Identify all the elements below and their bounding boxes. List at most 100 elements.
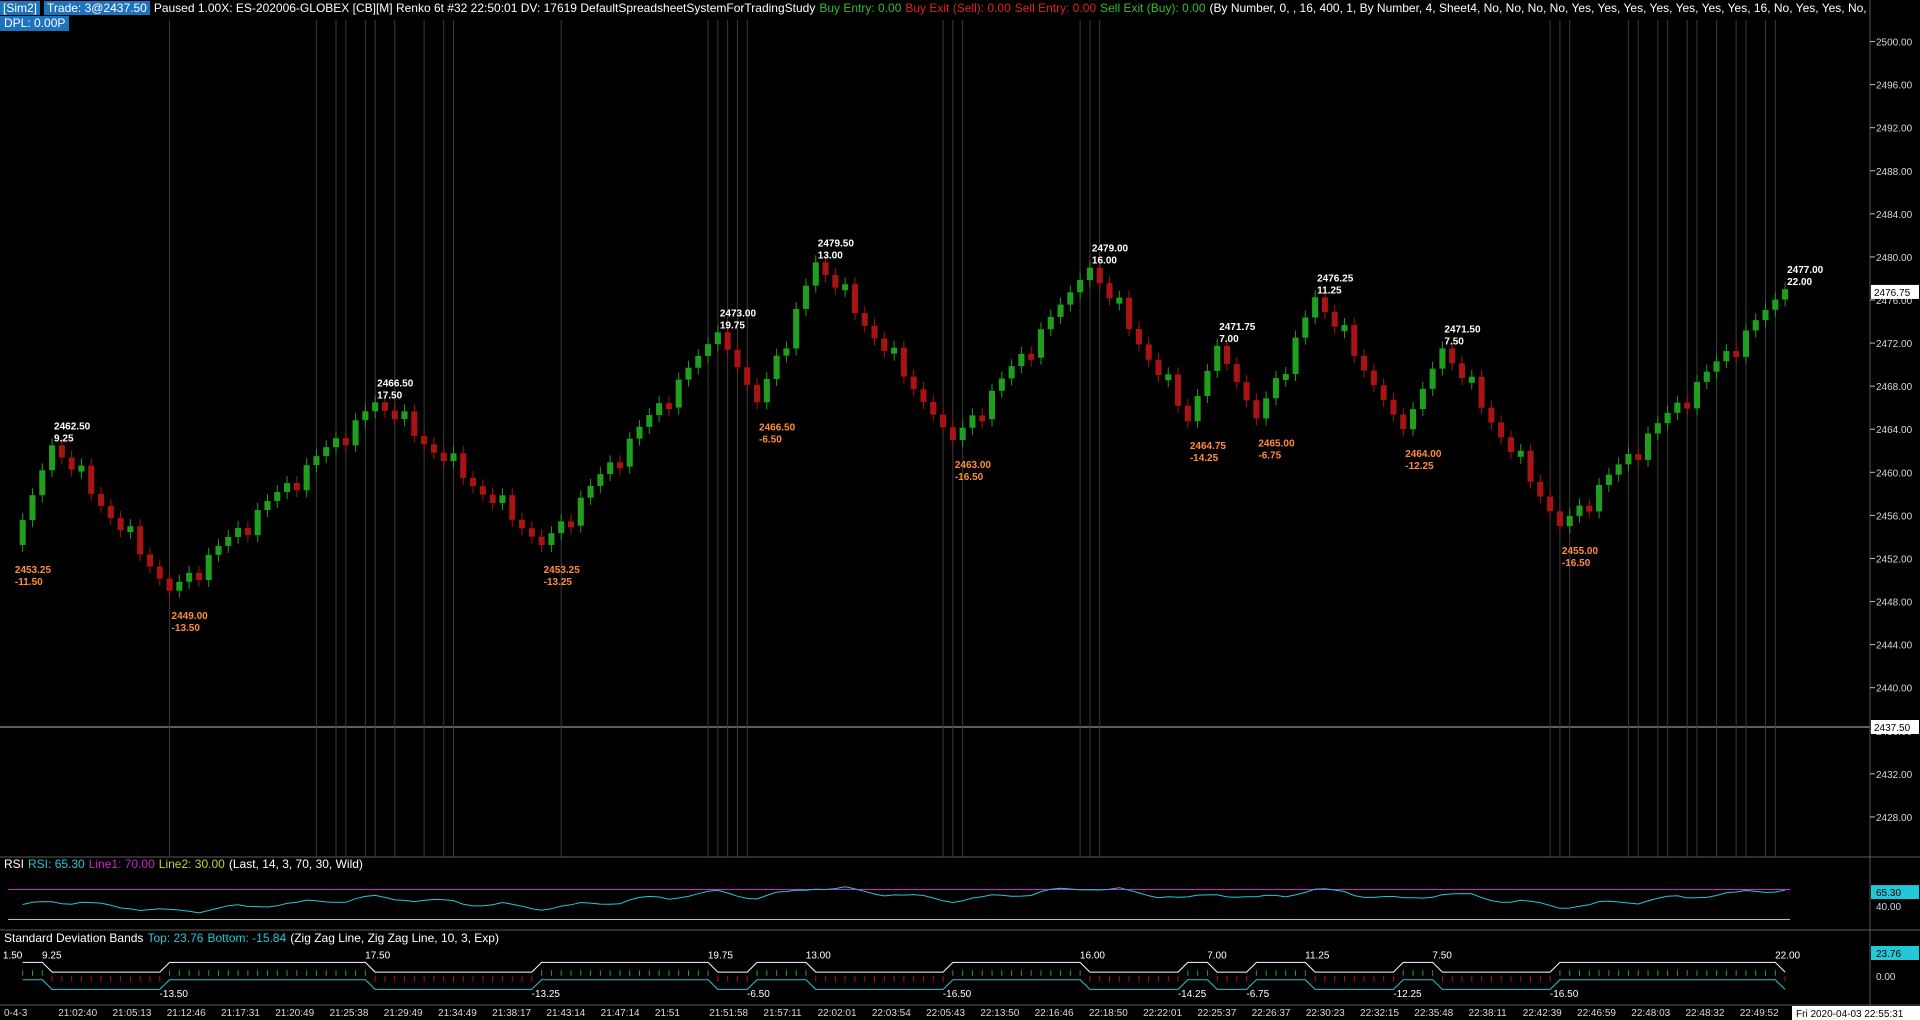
candle-down (1458, 363, 1466, 379)
sdb-pivot-label: -13.25 (532, 989, 561, 1000)
price-scale-label: 2492.00 (1876, 124, 1913, 135)
time-axis-label: 22:30:23 (1306, 1008, 1345, 1019)
time-axis-label: 21:29:49 (384, 1008, 423, 1019)
time-axis-label: 21:47:14 (601, 1008, 640, 1019)
candle-up (1664, 412, 1671, 424)
candle-down (1547, 496, 1554, 512)
price-scale-label: 2432.00 (1876, 770, 1913, 781)
candle-down (68, 457, 75, 470)
time-axis-label: 22:26:37 (1252, 1008, 1291, 1019)
candle-up (1703, 371, 1710, 382)
candle-down (881, 338, 888, 352)
pivot-low-price: 2449.00 (172, 611, 209, 622)
candle-up (1272, 378, 1279, 399)
sdb-pivot-label: 9.25 (42, 951, 62, 962)
pivot-high-change: 11.25 (1317, 285, 1342, 296)
pivot-low-change: -16.50 (1562, 558, 1591, 569)
candle-up (450, 453, 457, 462)
candle-down (1380, 385, 1387, 400)
candle-up (1429, 368, 1436, 389)
candle-up (1341, 325, 1348, 332)
sdb-pivot-label: 13.00 (806, 951, 831, 962)
candle-up (1772, 299, 1779, 310)
candle-down (430, 444, 437, 453)
candle-up (577, 497, 584, 526)
candle-down (949, 427, 956, 440)
time-axis-label: 22:18:50 (1089, 1008, 1128, 1019)
rsi-scale-40: 40.00 (1876, 902, 1901, 913)
pivot-high-price: 2479.00 (1092, 244, 1129, 255)
candle-up (332, 438, 340, 448)
candle-up (215, 545, 222, 555)
sdb-pivot-label: -6.50 (747, 989, 770, 1000)
candle-up (607, 462, 614, 475)
candle-down (1126, 297, 1133, 330)
time-axis-label: 21:12:46 (167, 1008, 206, 1019)
candle-up (254, 510, 261, 536)
price-scale-label: 2496.00 (1876, 81, 1913, 92)
candle-down (156, 566, 163, 579)
sdb-pivot-label: 7.50 (1432, 951, 1452, 962)
candle-down (1253, 400, 1260, 419)
time-axis-label: 21:20:49 (275, 1008, 314, 1019)
candle-down (117, 518, 124, 531)
time-axis-label: 21:38:17 (492, 1008, 531, 1019)
candle-down (1478, 376, 1485, 408)
candle-up (1762, 309, 1769, 321)
time-axis-label: 22:32:15 (1360, 1008, 1399, 1019)
candle-down (1390, 399, 1397, 415)
candle-down (519, 519, 526, 529)
pivot-low-price: 2464.00 (1405, 449, 1442, 460)
sdb-pivot-label: 17.50 (365, 951, 390, 962)
candle-up (1596, 484, 1603, 512)
pivot-high-price: 2471.50 (1444, 324, 1481, 335)
current-price-label: 2476.75 (1874, 288, 1911, 299)
time-axis-label: 21:05:13 (112, 1008, 151, 1019)
candle-down (1527, 450, 1534, 482)
candle-up (352, 420, 359, 446)
candle-up (1410, 409, 1417, 430)
time-axis-label: 21:25:38 (329, 1008, 368, 1019)
candle-up (802, 285, 810, 309)
candle-up (959, 427, 966, 440)
time-axis-label: 22:03:54 (872, 1008, 911, 1019)
pivot-high-change: 19.75 (720, 320, 745, 331)
chart-canvas[interactable]: 2453.25-11.502462.509.252449.00-13.50246… (0, 0, 1920, 1020)
candle-down (1028, 353, 1035, 360)
candle-down (460, 453, 467, 478)
time-axis-label: 21:57:11 (763, 1008, 802, 1019)
candle-up (1165, 374, 1172, 381)
price-scale-label: 2464.00 (1876, 425, 1913, 436)
candle-up (656, 403, 663, 416)
candle-down (107, 505, 114, 519)
price-scale-label: 2428.00 (1876, 813, 1913, 824)
candle-down (244, 527, 251, 536)
candle-up (1204, 370, 1211, 397)
candle-down (166, 578, 173, 591)
candle-down (146, 554, 154, 567)
candle-down (616, 462, 623, 469)
candle-up (714, 332, 721, 345)
pivot-low-price: 2466.50 (759, 422, 796, 433)
candle-up (636, 426, 643, 439)
candle-down (1184, 405, 1191, 422)
pivot-high-change: 9.25 (54, 433, 74, 444)
candle-up (1312, 297, 1319, 318)
candle-down (753, 384, 761, 403)
rsi-scale-value: 65.30 (1876, 888, 1901, 899)
time-axis-label: 22:48:32 (1686, 1008, 1725, 1019)
pivot-high-price: 2473.00 (720, 308, 757, 319)
time-axis-label: 22:42:39 (1523, 1008, 1562, 1019)
sdb-pivot-label: -12.25 (1393, 989, 1422, 1000)
candle-up (1654, 423, 1661, 434)
candle-down (1155, 359, 1162, 376)
trade-price-label: 2437.50 (1874, 723, 1911, 734)
candle-up (323, 447, 330, 457)
sdb-pivot-label: -14.25 (1178, 989, 1207, 1000)
time-axis-label: 21:34:49 (438, 1008, 477, 1019)
sdb-pivot-label: 11.25 (1305, 951, 1330, 962)
candle-up (19, 520, 26, 545)
candle-up (1752, 320, 1759, 331)
candle-down (411, 411, 418, 436)
pivot-high-price: 2471.75 (1219, 322, 1256, 333)
